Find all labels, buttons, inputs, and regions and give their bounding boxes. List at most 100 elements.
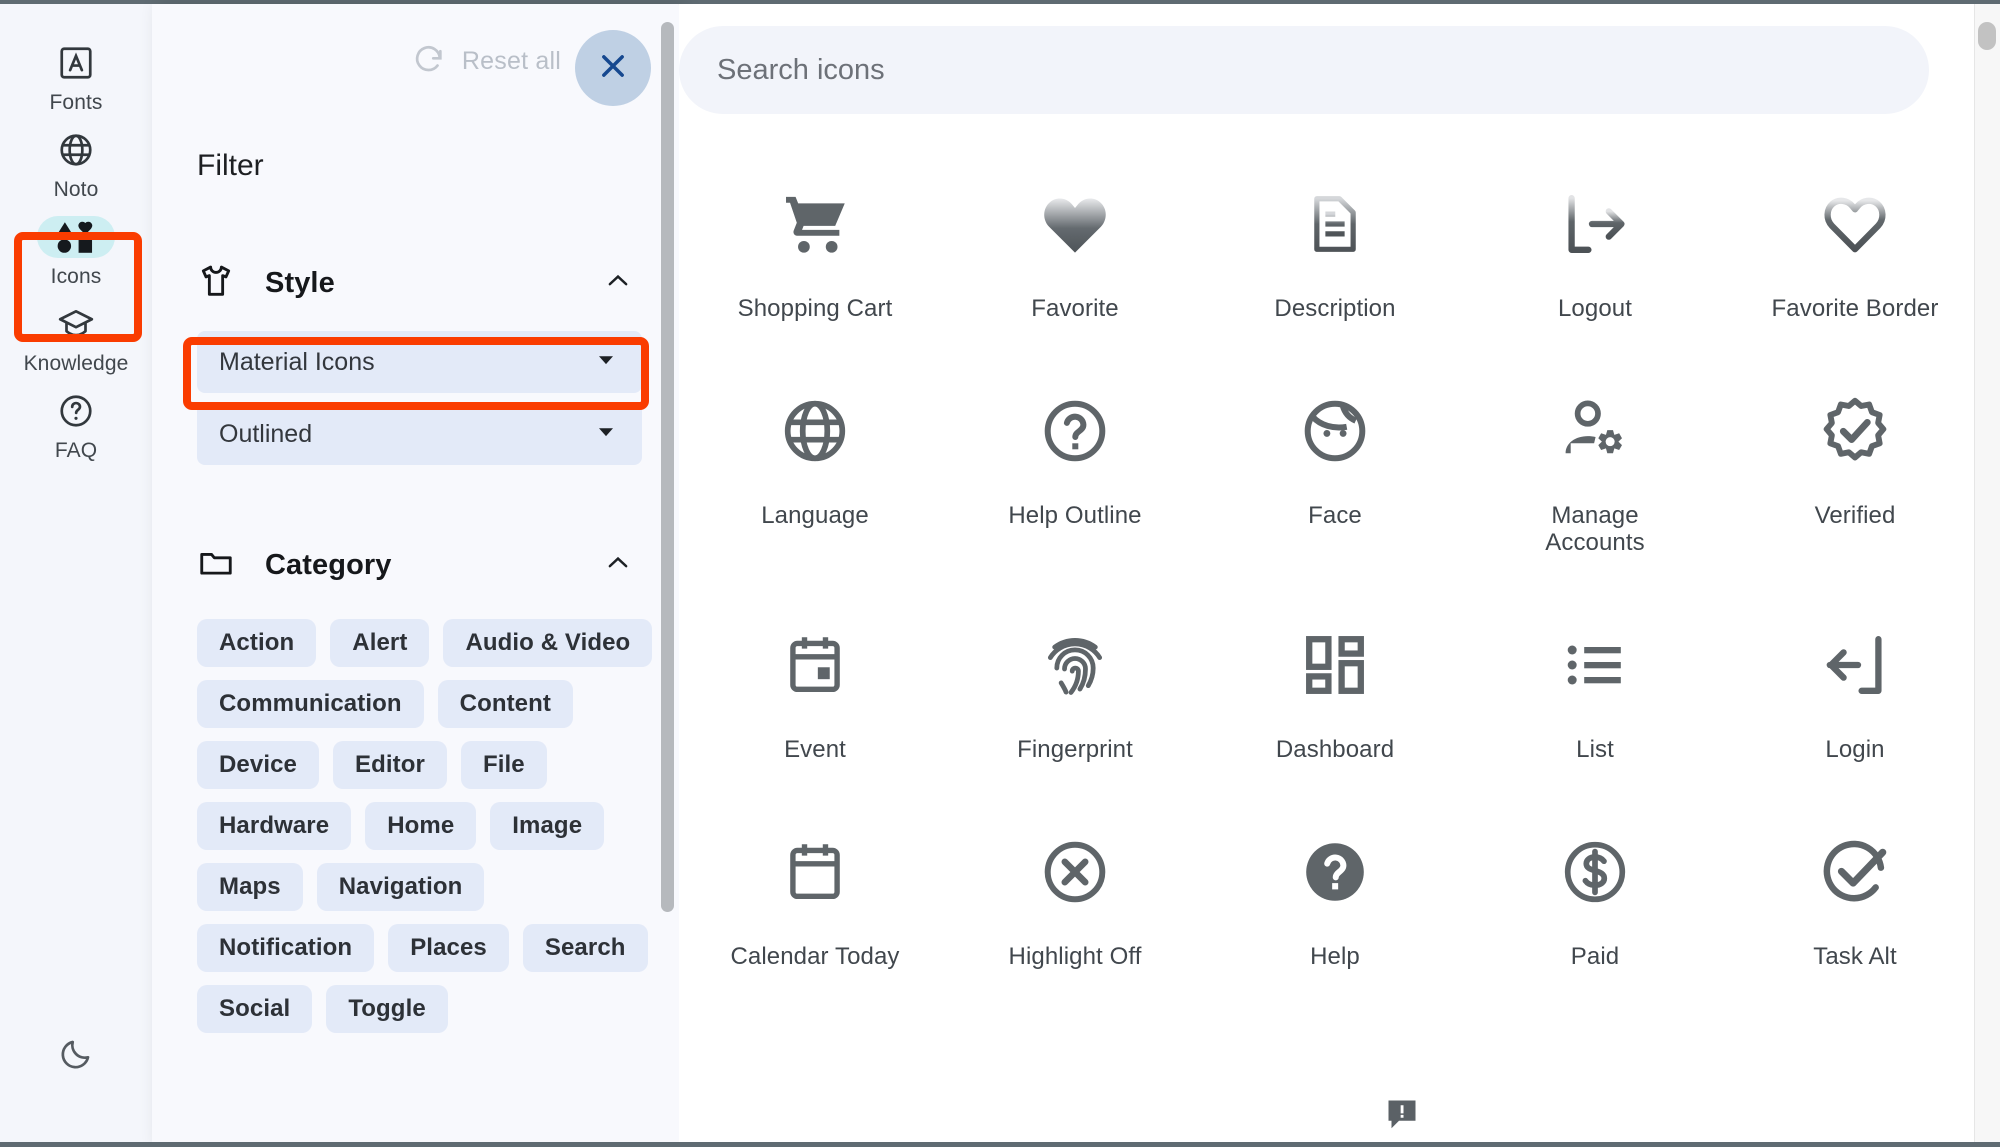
category-section-header[interactable]: Category	[197, 544, 647, 587]
shapes-icon	[37, 216, 115, 258]
icon-result-label: Event	[784, 735, 846, 763]
icon-result-cell[interactable]: Paid	[1465, 822, 1725, 971]
category-chip[interactable]: Editor	[333, 741, 447, 789]
icon-result-cell[interactable]: Logout	[1465, 174, 1725, 323]
style-family-dropdown[interactable]: Material Icons	[197, 331, 642, 393]
category-chip[interactable]: Content	[437, 680, 573, 728]
window-bottom-border	[0, 1142, 2000, 1147]
sidebar-item-label: Knowledge	[23, 352, 129, 375]
category-chip[interactable]: Social	[197, 985, 313, 1033]
icon-result-cell[interactable]: Calendar Today	[685, 822, 945, 971]
icon-result-cell[interactable]: Manage Accounts	[1465, 381, 1725, 557]
style-section-header[interactable]: Style	[197, 262, 647, 305]
page-title: Filter	[197, 149, 264, 182]
icon-result-cell[interactable]: Description	[1205, 174, 1465, 323]
icon-result-cell[interactable]: Verified	[1725, 381, 1985, 557]
icon-result-cell[interactable]: Help Outline	[945, 381, 1205, 557]
moon-icon	[58, 1036, 94, 1077]
category-chip[interactable]: Places	[388, 924, 509, 972]
icon-result-cell[interactable]: Fingerprint	[945, 615, 1205, 764]
category-chip[interactable]: Maps	[197, 863, 303, 911]
close-icon	[593, 46, 633, 91]
icon-result-label: Manage Accounts	[1545, 501, 1645, 556]
category-chip[interactable]: Communication	[197, 680, 424, 728]
icon-result-label: Verified	[1814, 501, 1896, 529]
category-chip-list: Action Alert Audio & Video Communication Con…	[197, 619, 657, 1033]
sidebar-item-noto[interactable]: Noto	[0, 129, 152, 202]
style-section-title: Style	[265, 267, 335, 299]
category-chip[interactable]: Navigation	[316, 863, 485, 911]
sidebar-item-label: Fonts	[49, 91, 103, 114]
icon-result-cell[interactable]: Help	[1205, 822, 1465, 971]
heart-outline-icon	[1816, 174, 1894, 274]
sidebar-item-faq[interactable]: FAQ	[0, 390, 152, 463]
icon-result-cell[interactable]: Login	[1725, 615, 1985, 764]
chevron-up-icon	[603, 548, 633, 583]
category-chip[interactable]: Notification	[197, 924, 375, 972]
style-filter-section: Style Material Icons Outlined	[197, 262, 647, 465]
logout-icon	[1559, 174, 1631, 274]
shopping-cart-icon	[778, 174, 852, 274]
font-square-icon	[37, 42, 115, 84]
reset-all-button[interactable]: Reset all	[412, 42, 561, 81]
event-calendar-icon	[781, 615, 849, 715]
sidebar-item-icons[interactable]: Icons	[0, 216, 152, 289]
sidebar-item-label: Noto	[53, 178, 99, 201]
icon-result-label: Fingerprint	[1017, 735, 1133, 763]
category-chip[interactable]: Search	[522, 924, 648, 972]
dashboard-icon	[1299, 615, 1371, 715]
sidebar-item-fonts[interactable]: Fonts	[0, 42, 152, 115]
list-icon	[1559, 615, 1631, 715]
main-content: Search icons Shopping Cart Favorite Descri…	[679, 4, 2000, 1147]
folder-icon	[197, 544, 235, 587]
icon-result-cell[interactable]: Task Alt	[1725, 822, 1985, 971]
category-chip[interactable]: Home	[365, 802, 477, 850]
category-filter-section: Category Action Alert Audio & Video Communi…	[197, 544, 657, 1033]
category-chip[interactable]: File	[460, 741, 547, 789]
search-input[interactable]: Search icons	[679, 26, 1929, 114]
category-chip[interactable]: Action	[197, 619, 317, 667]
page-scrollbar-thumb[interactable]	[1978, 22, 1996, 50]
filter-panel-scrollbar[interactable]	[661, 22, 674, 912]
icon-result-cell[interactable]: Face	[1205, 381, 1465, 557]
icon-result-cell[interactable]: Dashboard	[1205, 615, 1465, 764]
calendar-today-icon	[781, 822, 849, 922]
category-chip[interactable]: Toggle	[326, 985, 448, 1033]
heart-filled-icon	[1036, 174, 1114, 274]
help-filled-icon	[1299, 822, 1371, 922]
manage-accounts-icon	[1556, 381, 1634, 481]
style-variant-dropdown[interactable]: Outlined	[197, 403, 642, 465]
category-section-title: Category	[265, 549, 392, 581]
icon-result-cell[interactable]: List	[1465, 615, 1725, 764]
category-chip[interactable]: Hardware	[197, 802, 352, 850]
icon-result-cell[interactable]: Favorite Border	[1725, 174, 1985, 323]
language-globe-icon	[779, 381, 851, 481]
face-icon	[1299, 381, 1371, 481]
verified-icon	[1818, 381, 1892, 481]
category-chip[interactable]: Image	[490, 802, 605, 850]
task-alt-icon	[1818, 822, 1892, 922]
feedback-icon[interactable]	[1382, 1094, 1422, 1134]
icon-result-cell[interactable]: Event	[685, 615, 945, 764]
icon-result-cell[interactable]: Shopping Cart	[685, 174, 945, 323]
category-chip[interactable]: Audio & Video	[443, 619, 653, 667]
icon-result-label: Task Alt	[1813, 942, 1897, 970]
filter-panel: Reset all Filter Style Material Icons Ou…	[152, 4, 679, 1147]
icon-result-cell[interactable]: Highlight Off	[945, 822, 1205, 971]
icon-result-cell[interactable]: Language	[685, 381, 945, 557]
dark-mode-toggle[interactable]	[0, 1036, 152, 1077]
icon-result-label: Logout	[1557, 295, 1632, 322]
icon-result-label: Favorite Border	[1771, 295, 1939, 322]
close-filter-button[interactable]	[575, 30, 651, 106]
icon-result-label: Face	[1308, 501, 1362, 529]
sidebar-item-label: Icons	[50, 265, 102, 288]
page-scrollbar-track[interactable]	[1974, 4, 2000, 1147]
left-nav-rail: Fonts Noto Icons Knowledge FAQ	[0, 4, 152, 1147]
icon-result-cell[interactable]: Favorite	[945, 174, 1205, 323]
chevron-down-icon	[592, 346, 620, 379]
app-root: Fonts Noto Icons Knowledge FAQ Reset all…	[0, 0, 2000, 1147]
sidebar-item-knowledge[interactable]: Knowledge	[0, 303, 152, 376]
category-chip[interactable]: Device	[197, 741, 319, 789]
category-chip[interactable]: Alert	[330, 619, 430, 667]
chevron-up-icon	[603, 266, 633, 301]
